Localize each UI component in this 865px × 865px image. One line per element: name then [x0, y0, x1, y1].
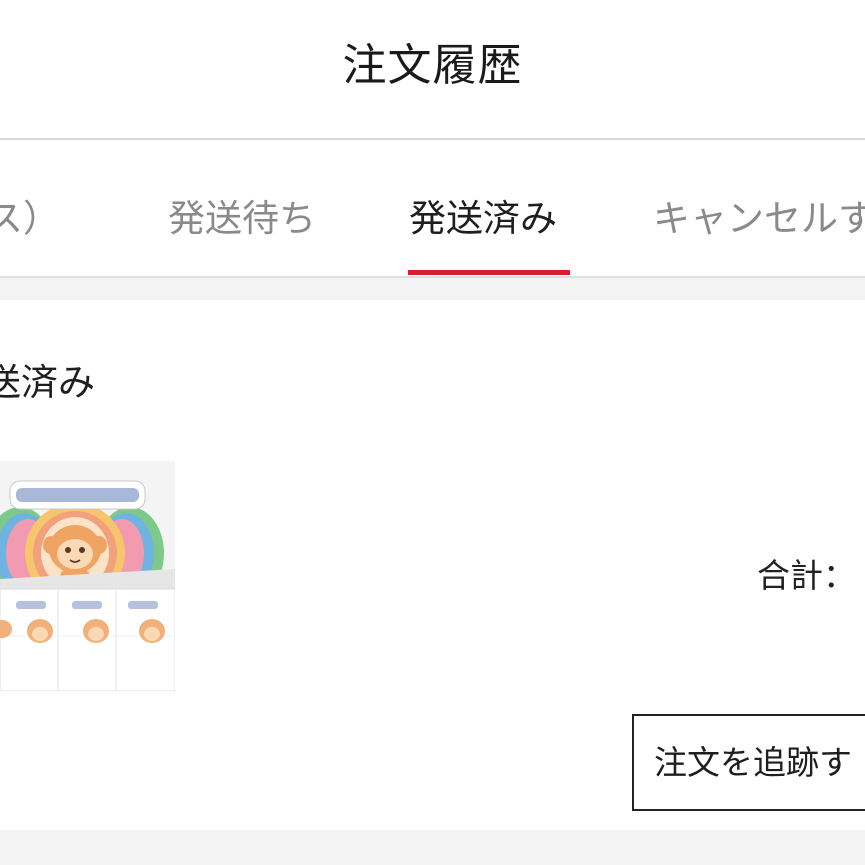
header: 注文履歴	[0, 0, 865, 140]
order-status: 送済み	[0, 361, 95, 404]
tab-partial[interactable]: ス）	[0, 196, 60, 256]
order-card[interactable]: 送済み 合計： 注文を追跡す	[0, 300, 865, 830]
page-title: 注文履歴	[342, 40, 523, 91]
product-illustration	[0, 461, 175, 691]
tab-shipped[interactable]: 発送済み	[409, 196, 557, 256]
order-total-label: 合計：	[757, 556, 856, 595]
tab-cancelled[interactable]: キャンセルす	[653, 196, 865, 256]
product-image[interactable]	[0, 461, 175, 691]
display-box	[0, 569, 175, 691]
section-gap	[0, 278, 865, 300]
order-status-tabs: ス） 発送待ち 発送済み キャンセルす	[0, 140, 865, 278]
active-tab-indicator	[408, 270, 570, 275]
track-order-button[interactable]: 注文を追跡す	[632, 714, 865, 811]
tab-awaiting-shipment[interactable]: 発送待ち	[168, 196, 316, 256]
bottom-spacer	[0, 830, 865, 865]
